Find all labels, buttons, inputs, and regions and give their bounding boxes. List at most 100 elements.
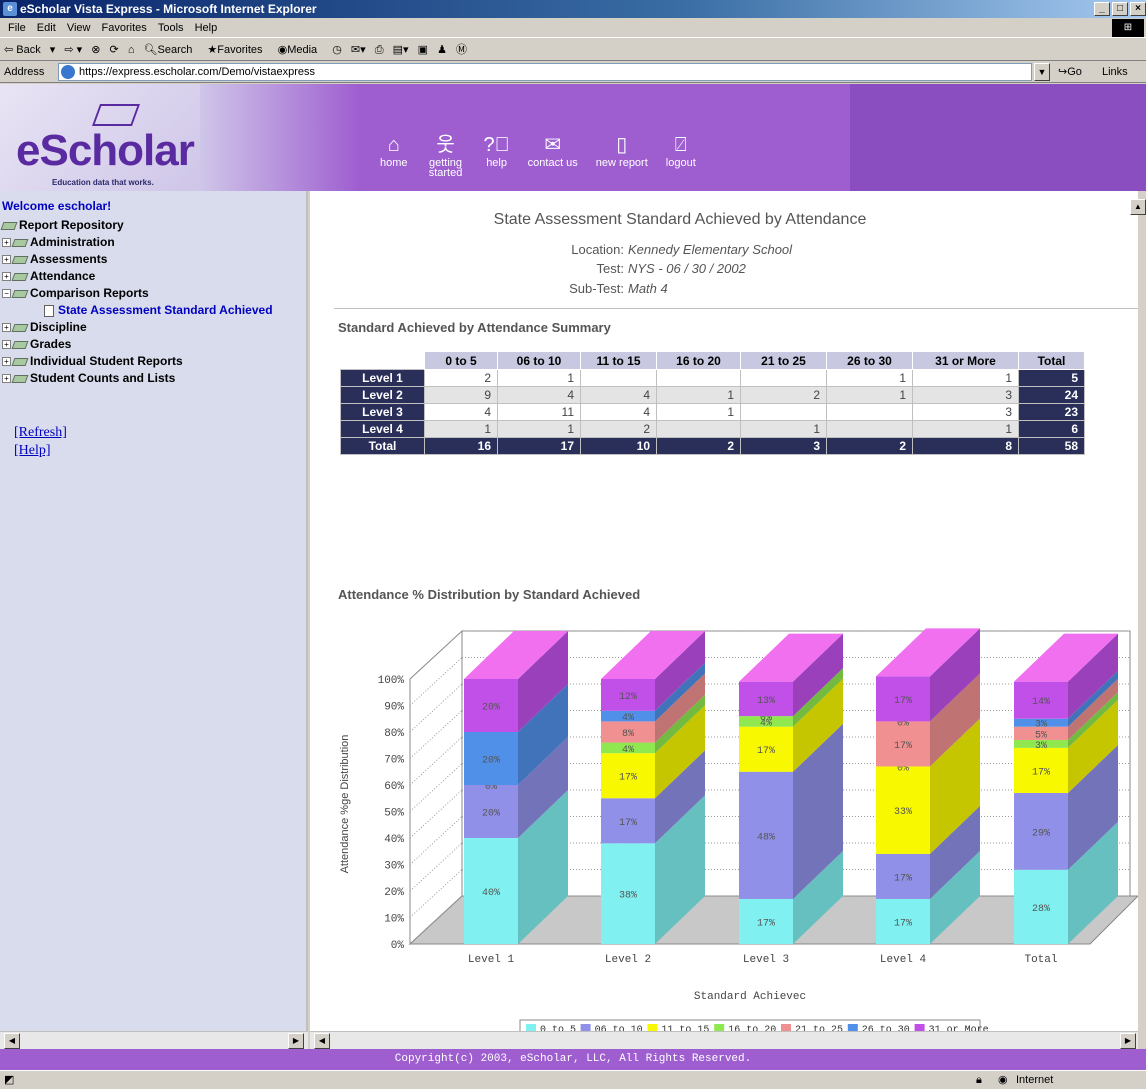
book-icon: [11, 323, 29, 332]
data-label: 17%: [894, 918, 912, 929]
y-tick-label: 50%: [384, 808, 404, 820]
scroll-left-icon[interactable]: ◀: [314, 1033, 330, 1049]
table-header: 16 to 20: [656, 351, 741, 370]
content-horizontal-scrollbar[interactable]: ◀ ▶: [310, 1031, 1138, 1049]
edit-icon[interactable]: ▤▾: [393, 44, 409, 56]
tree-item-label: Grades: [30, 337, 72, 351]
tree-root[interactable]: Report Repository: [0, 217, 273, 234]
expand-icon[interactable]: +: [2, 374, 11, 384]
open-book-icon: [11, 289, 29, 298]
back-label: Back: [16, 44, 41, 56]
tree-item-state-assessment[interactable]: State Assessment Standard Achieved: [2, 302, 273, 319]
maximize-button[interactable]: □: [1112, 2, 1128, 16]
tree-item-attendance[interactable]: + Attendance: [2, 268, 273, 285]
history-icon[interactable]: ◷: [332, 44, 342, 56]
mail-icon[interactable]: ✉▾: [351, 44, 366, 56]
tree-item-student-counts[interactable]: + Student Counts and Lists: [2, 370, 273, 387]
sidebar-horizontal-scrollbar[interactable]: ◀ ▶: [0, 1031, 308, 1049]
tree-item-label: Discipline: [30, 320, 87, 334]
row-total-cell: 24: [1018, 386, 1085, 404]
table-header: 31 or More: [912, 351, 1019, 370]
tree-item-comparison-reports[interactable]: − Comparison Reports: [2, 285, 273, 302]
summary-table: 0 to 5 06 to 10 11 to 15 16 to 20 21 to …: [340, 351, 1085, 455]
internet-zone-icon: ◉: [998, 1074, 1008, 1086]
status-bar: ◩ 🔒︎ ◉ Internet: [0, 1070, 1146, 1089]
x-tick-label: Level 1: [468, 954, 515, 966]
expand-icon[interactable]: +: [2, 272, 11, 282]
expand-icon[interactable]: +: [2, 238, 11, 248]
menu-file[interactable]: File: [8, 22, 26, 34]
report-content: State Assessment Standard Achieved by At…: [310, 191, 1138, 1031]
expand-icon[interactable]: +: [2, 255, 11, 265]
table-cell: 8: [912, 437, 1019, 455]
x-axis-label: Standard Achievec: [694, 991, 806, 1003]
nav-contact-us[interactable]: ✉ contact us: [528, 134, 578, 178]
nav-help[interactable]: ?⃝ help: [484, 134, 510, 178]
data-label: 33%: [894, 807, 912, 818]
nav-logout[interactable]: ⍁ logout: [666, 134, 696, 178]
x-tick-label: Level 3: [743, 954, 789, 966]
tree-item-administration[interactable]: + Administration: [2, 234, 273, 251]
back-button[interactable]: ⇦ Back ▾: [4, 44, 55, 56]
toolbar: ⇦ Back ▾ ⇨ ▾ ⊗ ⟳ ⌂ 🔍︎Search ★Favorites ◉…: [0, 39, 1146, 61]
scroll-right-icon[interactable]: ▶: [288, 1033, 304, 1049]
nav-home[interactable]: ⌂ home: [380, 134, 408, 178]
expand-icon[interactable]: +: [2, 357, 11, 367]
links-button[interactable]: Links: [1102, 61, 1128, 83]
scroll-right-icon[interactable]: ▶: [1120, 1033, 1136, 1049]
nav-getting-started[interactable]: 웃 getting started: [426, 134, 466, 179]
refresh-link[interactable]: [Refresh]: [14, 425, 67, 441]
messenger-icon[interactable]: ♟: [437, 44, 447, 56]
stop-icon[interactable]: ⊗: [91, 44, 100, 56]
menu-view[interactable]: View: [67, 22, 91, 34]
table-cell: 1: [497, 420, 581, 438]
scroll-left-icon[interactable]: ◀: [4, 1033, 20, 1049]
expand-icon[interactable]: +: [2, 340, 11, 350]
data-label: 29%: [1032, 828, 1050, 839]
data-label: 4%: [622, 745, 634, 756]
table-header: 0 to 5: [424, 351, 498, 370]
close-button[interactable]: ×: [1130, 2, 1146, 16]
table-header-row: 0 to 5 06 to 10 11 to 15 16 to 20 21 to …: [340, 351, 1085, 370]
help-link[interactable]: [Help]: [14, 443, 51, 459]
home-toolbar-icon[interactable]: ⌂: [128, 44, 135, 56]
tree-item-discipline[interactable]: + Discipline: [2, 319, 273, 336]
menu-favorites[interactable]: Favorites: [102, 22, 147, 34]
book-icon: [11, 238, 29, 247]
minimize-button[interactable]: _: [1094, 2, 1110, 16]
print-icon[interactable]: ⎙: [375, 44, 384, 56]
search-button[interactable]: 🔍︎Search: [144, 44, 199, 56]
menu-tools[interactable]: Tools: [158, 22, 184, 34]
tree-item-assessments[interactable]: + Assessments: [2, 251, 273, 268]
welcome-text: Welcome escholar!: [2, 199, 112, 213]
discuss-icon[interactable]: ▣: [418, 44, 428, 56]
page-status-icon: ◩: [4, 1074, 15, 1086]
refresh-icon[interactable]: ⟳: [110, 44, 119, 56]
address-input[interactable]: https://express.escholar.com/Demo/vistae…: [58, 63, 1032, 81]
scroll-up-icon[interactable]: ▲: [1130, 199, 1146, 215]
media-button[interactable]: ◉Media: [278, 44, 324, 56]
go-button[interactable]: ↪Go: [1058, 61, 1082, 83]
table-header-corner: [340, 351, 425, 370]
y-tick-label: 60%: [384, 781, 404, 793]
logo[interactable]: eScholar Education data that works.: [0, 84, 200, 191]
tree-item-grades[interactable]: + Grades: [2, 336, 273, 353]
report-tree: Report Repository + Administration + Asses…: [0, 217, 273, 387]
menu-help[interactable]: Help: [195, 22, 218, 34]
vertical-scrollbar[interactable]: ▲: [1130, 191, 1146, 1031]
menu-edit[interactable]: Edit: [37, 22, 56, 34]
table-cell: 4: [497, 386, 581, 404]
address-dropdown-icon[interactable]: ▼: [1034, 63, 1050, 81]
nav-logout-label: logout: [665, 157, 696, 169]
forward-button[interactable]: ⇨ ▾: [64, 44, 82, 56]
favorites-button[interactable]: ★Favorites: [207, 44, 268, 56]
research-icon[interactable]: Ⓜ: [456, 44, 467, 56]
top-nav: ⌂ home 웃 getting started ?⃝ help ✉ conta…: [380, 134, 714, 179]
collapse-icon[interactable]: −: [2, 289, 11, 299]
subtest-label: Sub-Test:: [569, 281, 624, 296]
tree-item-individual-student-reports[interactable]: + Individual Student Reports: [2, 353, 273, 370]
expand-icon[interactable]: +: [2, 323, 11, 333]
nav-new-report[interactable]: ▯ new report: [596, 134, 648, 178]
data-label: 17%: [757, 746, 775, 757]
test-value: NYS - 06 / 30 / 2002: [628, 261, 746, 276]
